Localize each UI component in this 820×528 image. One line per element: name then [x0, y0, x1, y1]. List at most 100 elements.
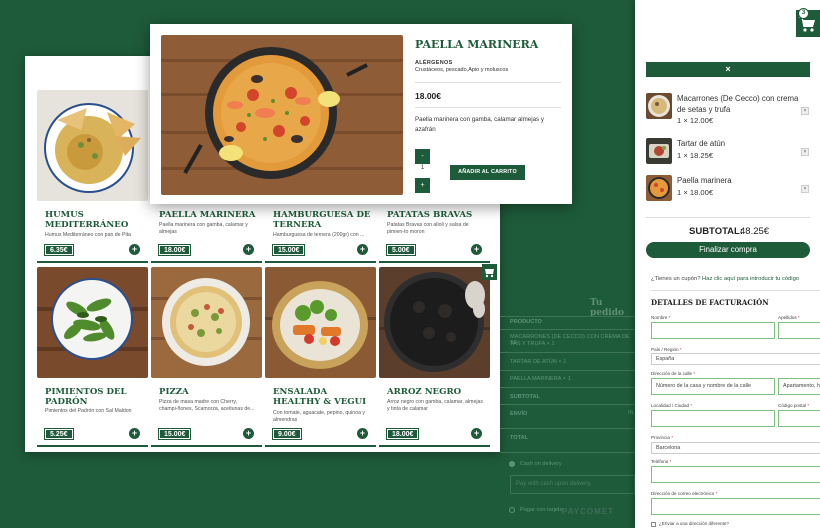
first-name-field[interactable]: [651, 322, 775, 339]
detail-divider: [415, 107, 561, 108]
menu-item-desc: Humus Mediterráneo con pan de Pita: [45, 232, 131, 238]
coupon-question: ¿Tienes un cupón?: [651, 276, 703, 282]
cart-item-name[interactable]: Tartar de atún: [677, 138, 799, 149]
add-item-plus-icon[interactable]: +: [357, 244, 368, 255]
menu-card[interactable]: [265, 267, 376, 378]
detail-description: Paella marinera con gamba, calamar almej…: [415, 116, 544, 133]
order-line-text: TARTAR DE ATÚN × 1: [510, 359, 567, 365]
cart-count-badge: 3: [798, 8, 809, 19]
menu-item-title: PIZZA: [159, 387, 189, 397]
phone-field[interactable]: [651, 466, 820, 483]
order-divider: [500, 316, 635, 317]
menu-card-info: HAMBURGUESA DE TERNERA Hamburguesa de te…: [265, 206, 376, 266]
postcode-label: Código postal *: [778, 403, 810, 408]
order-divider: [500, 329, 635, 330]
ship-other-checkbox[interactable]: [651, 522, 656, 527]
remove-item-button[interactable]: ×: [801, 107, 809, 115]
detail-divider: [415, 82, 561, 83]
add-item-plus-icon[interactable]: +: [129, 428, 140, 439]
menu-item-title: PAELLA MARINERA: [159, 210, 256, 220]
card-divider: [151, 261, 262, 263]
qty-decrease-button[interactable]: -: [415, 149, 430, 164]
add-item-plus-icon[interactable]: +: [243, 244, 254, 255]
cash-info: Pay with cash upon delivery.: [510, 475, 635, 494]
menu-card[interactable]: [379, 267, 490, 378]
menu-item-price: 15.00€: [157, 428, 192, 440]
cart-item-thumb: [646, 138, 672, 164]
card-radio[interactable]: [509, 507, 515, 513]
menu-item-price: 5.00€: [386, 244, 416, 256]
address2-field[interactable]: Apartamento, habitación, etc.: [778, 378, 820, 395]
order-summary: Tu pedido PRODUCTO MACARRONES (DE CECCO)…: [500, 282, 635, 528]
address-field[interactable]: Número de la casa y nombre de la calle: [651, 378, 775, 395]
qty-value[interactable]: 1: [415, 165, 430, 171]
cart-item: Paella marinera 1 × 18.00€ ×: [646, 175, 816, 203]
cart-item-name[interactable]: Macarrones (De Cecco) con crema de setas…: [677, 93, 799, 115]
province-label: Provincia *: [651, 435, 673, 440]
country-label: País / Región *: [651, 347, 682, 352]
order-line-text: TAS Y TRUFA × 1: [510, 341, 555, 347]
cart-item-thumb: [646, 175, 672, 201]
remove-item-button[interactable]: ×: [801, 148, 809, 156]
order-divider: [500, 404, 635, 405]
menu-card-info: ENSALADA HEALTHY & VEGUI Con tomate, agu…: [265, 382, 376, 447]
add-to-cart-button[interactable]: AÑADIR AL CARRITO: [450, 165, 525, 180]
allergens-label: ALÉRGENOS: [415, 60, 453, 66]
postcode-field[interactable]: [778, 410, 820, 427]
order-subtotal: SUBTOTAL: [510, 394, 540, 400]
menu-card-info: PAELLA MARINERA Paella marinera con gamb…: [151, 206, 262, 266]
order-product-header: PRODUCTO: [510, 319, 542, 325]
menu-item-desc: Pizza de masa madre con Cherry, champi-ñ…: [159, 399, 255, 412]
coupon-link[interactable]: Haz clic aquí para introducir tu código: [702, 276, 799, 282]
last-name-field[interactable]: [778, 322, 820, 339]
paycomet-logo: PAYCOMET: [562, 507, 615, 516]
order-divider: [500, 370, 635, 371]
last-name-label: Apellidos *: [778, 315, 800, 320]
remove-item-button[interactable]: ×: [801, 185, 809, 193]
city-field[interactable]: [651, 410, 775, 427]
menu-card-info: ARROZ NEGRO Arroz negro con gamba, calam…: [379, 382, 490, 447]
menu-item-title: ARROZ NEGRO: [387, 387, 462, 397]
menu-item-title: HUMUS MEDITERRÁNEO: [45, 210, 129, 230]
floating-cart-button[interactable]: [482, 264, 497, 280]
menu-card[interactable]: [37, 267, 148, 378]
country-select[interactable]: España: [651, 353, 820, 365]
ship-other-label: ¿Enviar a una dirección diferente?: [659, 521, 729, 526]
close-cart-button[interactable]: ×: [646, 62, 810, 77]
arroz-negro-photo: [379, 267, 490, 378]
cart-item-qty: 1 × 18.25€: [677, 151, 714, 160]
cart-item-name[interactable]: Paella marinera: [677, 175, 799, 186]
cart-item-qty: 1 × 12.00€: [677, 116, 714, 125]
order-shipping-value: IN: [628, 410, 634, 416]
card-divider: [379, 445, 490, 447]
add-item-plus-icon[interactable]: +: [357, 428, 368, 439]
phone-label: Teléfono *: [651, 459, 672, 464]
qty-increase-button[interactable]: +: [415, 178, 430, 193]
cash-label: Cash on delivery: [520, 461, 562, 467]
add-item-plus-icon[interactable]: +: [471, 244, 482, 255]
order-line-text: PAELLA MARINERA × 1: [510, 376, 571, 382]
cart-item: Tartar de atún 1 × 18.25€ ×: [646, 138, 816, 166]
email-field[interactable]: [651, 498, 820, 515]
add-item-plus-icon[interactable]: +: [129, 244, 140, 255]
card-label: Pagar con tarjeta: [520, 507, 563, 513]
cart-divider: [651, 290, 820, 291]
order-divider: [500, 387, 635, 388]
cart-divider: [646, 217, 810, 218]
checkout-button[interactable]: Finalizar compra: [646, 242, 810, 258]
menu-card[interactable]: [151, 267, 262, 378]
menu-card-info: PIZZA Pizza de masa madre con Cherry, ch…: [151, 382, 262, 447]
cart-item: Macarrones (De Cecco) con crema de setas…: [646, 93, 816, 125]
ensalada-photo: [265, 267, 376, 378]
menu-item-desc: Paella marinera con gamba, calamar y alm…: [159, 222, 248, 235]
order-total: TOTAL: [510, 435, 529, 441]
add-item-plus-icon[interactable]: +: [471, 428, 482, 439]
cash-radio[interactable]: [509, 461, 515, 467]
card-divider: [265, 261, 376, 263]
cart-item-qty: 1 × 18.00€: [677, 188, 714, 197]
add-item-plus-icon[interactable]: +: [243, 428, 254, 439]
province-select[interactable]: Barcelona: [651, 442, 820, 454]
menu-item-desc: Hamburguesa de ternera (200gr) con ...: [273, 232, 365, 238]
order-divider: [500, 428, 635, 429]
order-title: Tu pedido: [590, 298, 625, 318]
